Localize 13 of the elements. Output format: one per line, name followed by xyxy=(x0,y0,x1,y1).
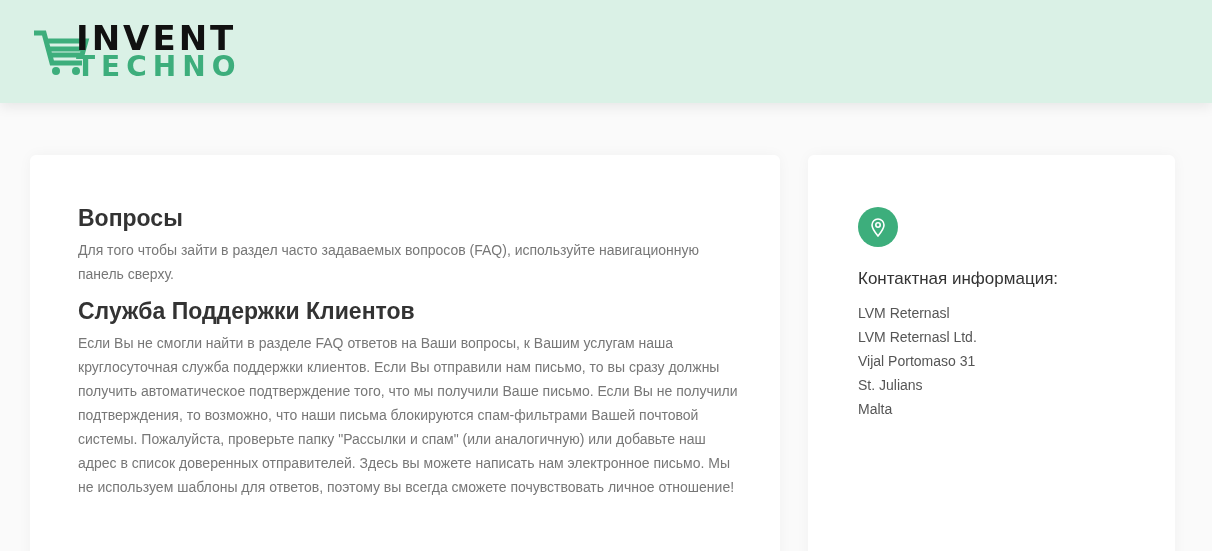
contact-line: Malta xyxy=(858,400,894,419)
contact-line: LVM Reternasl Ltd. xyxy=(858,328,978,347)
contact-line: St. Julians xyxy=(858,376,924,395)
logo-text: INVENT xyxy=(76,22,238,53)
section-text: Если Вы не смогли найти в разделе FAQ ответов на Ваши вопросы, к Вашим услугам наша круглосуточная служба поддержки клиентов. Если Вы отправили нам письмо, то вы сразу должны получить автоматическое подтверждение того, что мы получили Ваше письмо. Если Вы не получили подтверждения, то возможно, что наши письма блокируются спам-фильтрами Вашей почтовой системы. Пожалуйста, проверьте папку "Рассылки и спам" (или аналогичную) или добавьте наш адрес в список доверенных отправителей. Здесь вы можете написать нам электронное письмо. Мы не используем шаблоны для ответов, поэтому вы всегда сможете почувствовать личное отношение! xyxy=(78,334,739,497)
logo-text: TECHNO xyxy=(76,52,242,81)
contact-title: Контактная информация: xyxy=(858,269,1060,289)
section-title: Вопросы xyxy=(78,205,184,232)
section-title: Служба Поддержки Клиентов xyxy=(78,298,416,325)
contact-line: Vijal Portomaso 31 xyxy=(858,352,977,371)
section-text: Для того чтобы зайти в раздел часто задаваемых вопросов (FAQ), используйте навигационную панель сверху. xyxy=(78,241,700,284)
location-pin-icon xyxy=(858,207,898,247)
contact-line: LVM Reternasl xyxy=(858,304,951,323)
